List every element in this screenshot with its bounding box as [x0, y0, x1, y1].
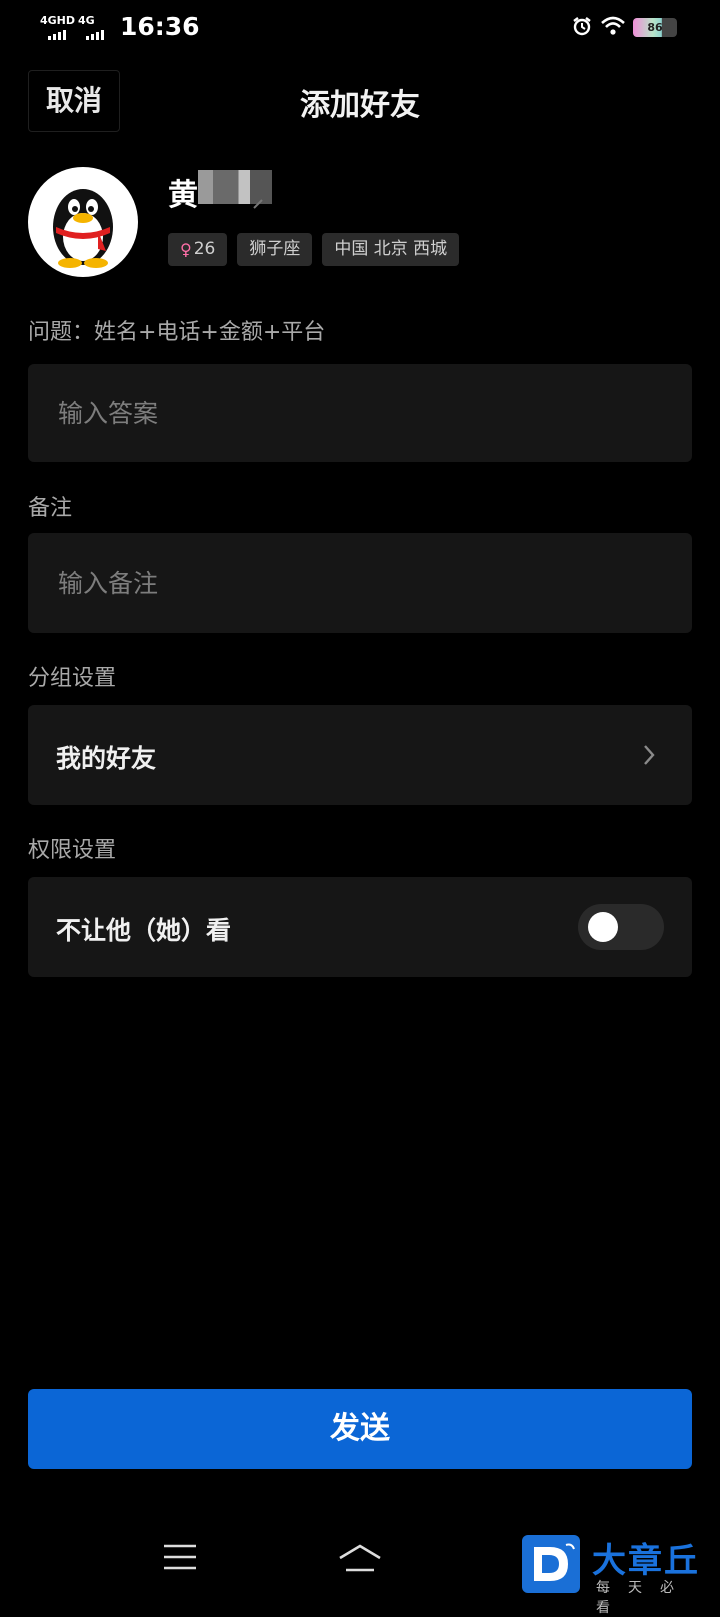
alarm-icon	[573, 17, 591, 36]
remark-label: 备注	[28, 496, 73, 521]
signal-icon	[48, 30, 66, 40]
clock: 16:36	[120, 12, 200, 41]
network-indicator-1: 4GHD	[40, 14, 76, 27]
send-button[interactable]: 发送	[28, 1389, 692, 1469]
toggle-knob	[588, 912, 618, 942]
wifi-icon	[601, 16, 625, 35]
watermark-subtitle: 每天必看	[596, 1580, 692, 1616]
home-icon[interactable]	[336, 1540, 384, 1576]
remark-input[interactable]	[28, 533, 692, 633]
location-tag: 中国 北京 西城	[322, 233, 460, 266]
hide-from-toggle[interactable]	[578, 904, 664, 950]
question-label: 问题：姓名+电话+金额+平台	[28, 320, 326, 345]
zodiac-tag: 狮子座	[237, 233, 313, 266]
profile-tags: ♀ 26 狮子座 中国 北京 西城	[168, 233, 460, 266]
watermark-logo	[522, 1535, 580, 1593]
page-title: 添加好友	[300, 88, 420, 123]
permission-option-label: 不让他（她）看	[56, 916, 232, 945]
battery-icon: 86	[633, 18, 677, 37]
signal-icon	[86, 30, 104, 40]
group-label: 分组设置	[28, 666, 117, 691]
age-tag: ♀ 26	[168, 233, 228, 266]
penguin-avatar-image	[53, 189, 113, 268]
permission-row: 不让他（她）看	[28, 877, 692, 977]
chevron-right-icon	[644, 745, 655, 765]
group-select[interactable]: 我的好友	[28, 705, 692, 805]
menu-icon[interactable]	[163, 1543, 197, 1571]
group-value: 我的好友	[56, 744, 157, 773]
answer-input[interactable]	[28, 364, 692, 462]
profile-name: 黄	[168, 178, 198, 213]
age-value: 26	[193, 239, 216, 259]
permission-label: 权限设置	[28, 838, 117, 863]
network-indicator-2: 4G	[78, 14, 95, 27]
chevron-right-icon	[253, 199, 263, 209]
female-icon: ♀	[180, 240, 192, 259]
status-bar: 4GHD 4G 16:36 86	[0, 0, 720, 56]
watermark: 大章丘 每天必看	[520, 1533, 720, 1616]
watermark-title: 大章丘	[592, 1541, 700, 1581]
avatar[interactable]	[28, 167, 138, 277]
